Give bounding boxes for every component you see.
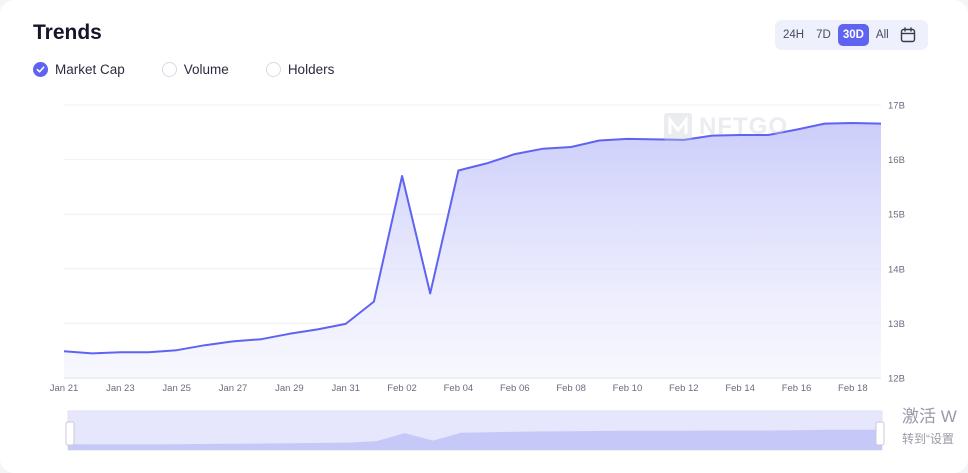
x-tick-label: Feb 16 [782, 383, 812, 394]
x-tick-label: Jan 25 [162, 383, 191, 394]
x-tick-label: Jan 21 [50, 383, 79, 394]
x-tick-label: Feb 04 [444, 383, 474, 394]
navigator-right-handle[interactable] [875, 421, 885, 446]
watermark-text: NFTGO [699, 113, 788, 140]
x-tick-label: Jan 27 [219, 383, 248, 394]
y-tick-label: 17B [888, 101, 905, 112]
x-tick-label: Feb 18 [838, 383, 868, 394]
x-tick-label: Feb 02 [387, 383, 417, 394]
os-activation-overlay: 激活 W [902, 407, 957, 426]
market-cap-chart: 12B 13B 14B 15B 16B 17B Jan 21 Jan 23 Jan 25 Jan… [50, 101, 905, 451]
navigator-left-handle[interactable] [65, 421, 75, 446]
x-tick-label: Feb 10 [613, 383, 643, 394]
x-tick-label: Jan 23 [106, 383, 135, 394]
x-tick-label: Jan 31 [331, 383, 360, 394]
y-tick-label: 13B [888, 319, 905, 330]
os-activation-subtext: 转到“设置 [902, 432, 954, 446]
nftgo-logo-icon [664, 113, 692, 141]
watermark-logo: NFTGO [663, 112, 788, 142]
market-cap-area [64, 123, 881, 378]
y-tick-label: 14B [888, 264, 905, 275]
x-tick-label: Feb 08 [556, 383, 586, 394]
x-tick-label: Jan 29 [275, 383, 304, 394]
y-tick-label: 12B [888, 374, 905, 385]
x-tick-label: Feb 14 [725, 383, 755, 394]
trends-card: Trends Market Cap Volume Holders 24H 7D … [0, 0, 968, 473]
y-tick-label: 16B [888, 155, 905, 166]
x-tick-label: Feb 06 [500, 383, 530, 394]
y-tick-label: 15B [888, 210, 905, 221]
x-tick-label: Feb 12 [669, 383, 699, 394]
